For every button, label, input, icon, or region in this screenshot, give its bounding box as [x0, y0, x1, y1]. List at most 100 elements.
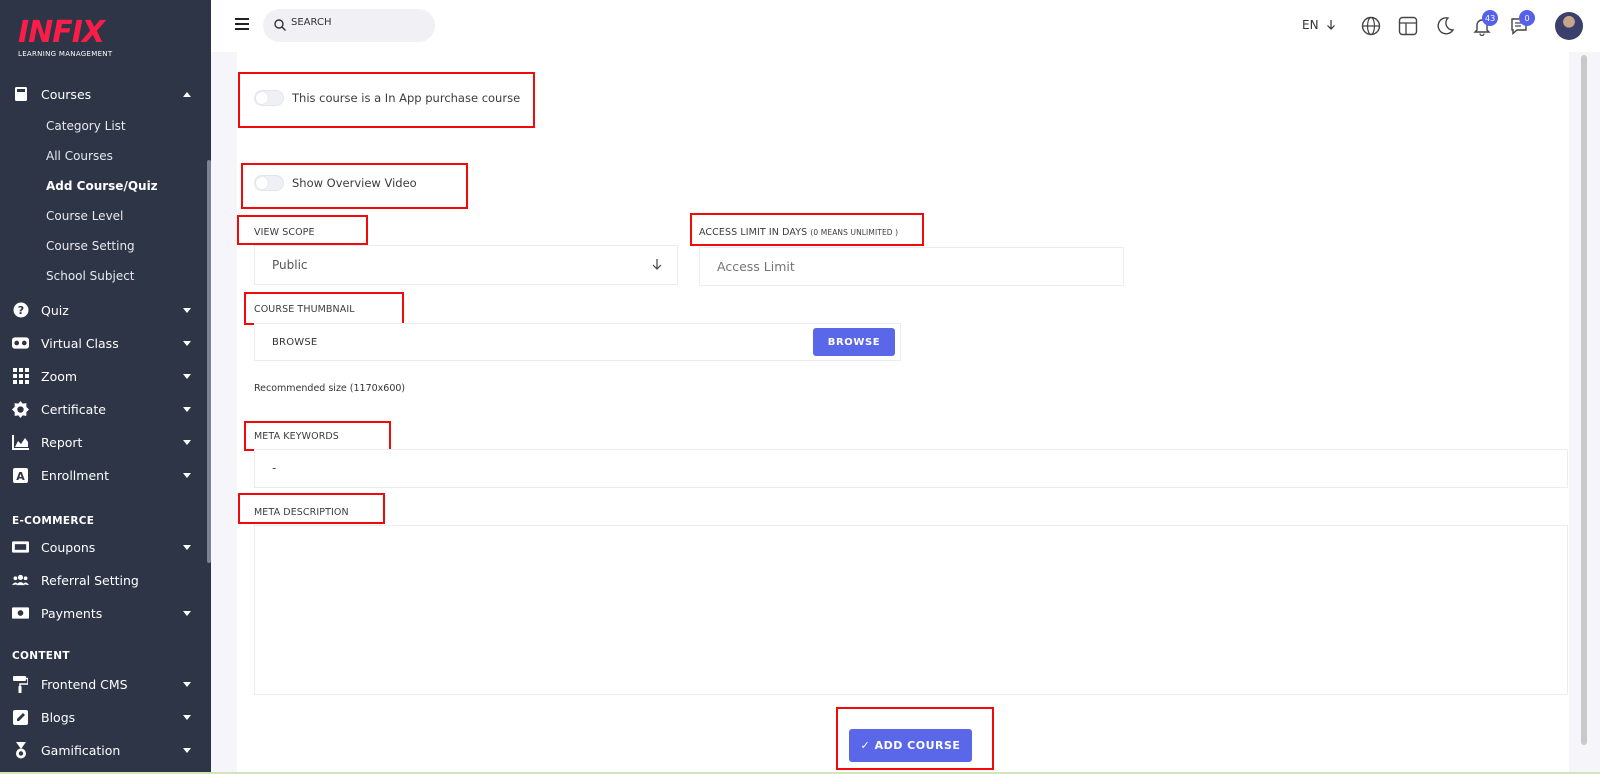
- sidebar-item-blogs[interactable]: Blogs: [0, 703, 205, 731]
- certificate-icon: [12, 400, 29, 418]
- section-content: CONTENT: [12, 650, 70, 662]
- sidebar-item-label: Certificate: [41, 401, 106, 417]
- sidebar-subitem-category-list[interactable]: Category List: [46, 119, 126, 133]
- sidebar-item-label: Gamification: [41, 742, 121, 758]
- globe-icon[interactable]: [1361, 16, 1381, 36]
- chevron-up-icon: [183, 91, 191, 97]
- sidebar-item-gamification[interactable]: Gamification: [0, 736, 205, 764]
- sidebar-item-enrollment[interactable]: A Enrollment: [0, 461, 205, 489]
- edit-icon: [12, 709, 29, 726]
- sidebar-item-certificate[interactable]: Certificate: [0, 395, 205, 423]
- add-course-button[interactable]: ✓ ADD COURSE: [849, 729, 972, 762]
- overview-video-toggle[interactable]: [254, 175, 284, 191]
- language-selector[interactable]: EN: [1302, 18, 1337, 32]
- meta-keywords-label: META KEYWORDS: [254, 431, 339, 442]
- notification-bell-icon[interactable]: 43: [1472, 10, 1499, 37]
- in-app-purchase-toggle[interactable]: [254, 90, 284, 106]
- message-icon[interactable]: 0: [1509, 10, 1535, 36]
- chevron-down-icon: [183, 747, 191, 753]
- book-icon: [12, 86, 29, 103]
- recommended-size-note: Recommended size (1170x600): [254, 383, 406, 394]
- logo-text: INFIX: [18, 15, 105, 50]
- chevron-down-icon: [183, 681, 191, 687]
- sidebar-subitem-course-setting[interactable]: Course Setting: [46, 239, 135, 253]
- coupon-icon: [12, 539, 29, 556]
- sidebar-item-frontend-cms[interactable]: Frontend CMS: [0, 670, 205, 698]
- arrow-down-icon: [652, 259, 662, 270]
- question-icon: ?: [12, 302, 29, 319]
- enrollment-icon: A: [12, 467, 29, 484]
- arrow-down-icon: [1326, 20, 1335, 30]
- sidebar-subitem-all-courses[interactable]: All Courses: [46, 149, 113, 163]
- moon-icon[interactable]: [1435, 16, 1455, 36]
- sidebar-item-courses[interactable]: Courses: [0, 80, 205, 108]
- sidebar-item-label: Blogs: [41, 709, 76, 725]
- sidebar-subitem-school-subject[interactable]: School Subject: [46, 269, 135, 283]
- meta-description-field[interactable]: [254, 525, 1568, 695]
- sidebar-item-label: Courses: [41, 86, 92, 102]
- chevron-down-icon: [183, 544, 191, 550]
- chevron-down-icon: [183, 439, 191, 445]
- sidebar: INFIX LEARNING MANAGEMENT Courses Catego…: [0, 0, 211, 774]
- sidebar-item-quiz[interactable]: ? Quiz: [0, 296, 205, 324]
- course-thumbnail-label: COURSE THUMBNAIL: [254, 304, 355, 315]
- access-limit-hint: (0 MEANS UNLIMITED ): [810, 228, 899, 237]
- language-label: EN: [1302, 18, 1319, 32]
- logo[interactable]: INFIX LEARNING MANAGEMENT: [18, 18, 128, 62]
- sidebar-item-label: Zoom: [41, 368, 78, 384]
- menu-icon[interactable]: [235, 18, 249, 30]
- sidebar-item-payments[interactable]: Payments: [0, 599, 205, 627]
- sidebar-item-label: Enrollment: [41, 467, 109, 483]
- in-app-purchase-label: This course is a In App purchase course: [292, 91, 521, 105]
- users-icon: [12, 572, 29, 589]
- svg-text:A: A: [16, 470, 25, 483]
- medal-icon: [12, 741, 29, 759]
- layout-icon[interactable]: [1398, 16, 1418, 36]
- chevron-down-icon: [183, 406, 191, 412]
- vr-icon: [12, 335, 29, 352]
- chevron-down-icon: [183, 610, 191, 616]
- meta-description-label: META DESCRIPTION: [254, 507, 349, 518]
- access-limit-input[interactable]: [700, 248, 1123, 285]
- view-scope-select[interactable]: Public: [254, 245, 678, 285]
- search-icon: [274, 19, 286, 31]
- logo-subtitle: LEARNING MANAGEMENT: [18, 50, 113, 58]
- sidebar-scrollbar[interactable]: [207, 160, 211, 563]
- meta-keywords-value: -: [272, 461, 277, 475]
- view-scope-value: Public: [272, 258, 308, 272]
- search-input[interactable]: [291, 17, 421, 28]
- sidebar-item-label: Payments: [41, 605, 103, 621]
- sidebar-item-label: Quiz: [41, 302, 69, 318]
- sidebar-item-label: Coupons: [41, 539, 96, 555]
- topbar: EN 43 0: [211, 0, 1600, 52]
- sidebar-item-coupons[interactable]: Coupons: [0, 533, 205, 561]
- sidebar-item-label: Frontend CMS: [41, 676, 128, 692]
- course-thumbnail-field[interactable]: BROWSE: [254, 323, 901, 361]
- view-scope-label: VIEW SCOPE: [254, 227, 315, 238]
- browse-button[interactable]: BROWSE: [813, 328, 895, 356]
- chevron-down-icon: [183, 340, 191, 346]
- access-limit-field[interactable]: [699, 247, 1124, 286]
- sidebar-item-label: Virtual Class: [41, 335, 119, 351]
- paint-roller-icon: [12, 675, 29, 693]
- sidebar-item-zoom[interactable]: Zoom: [0, 362, 205, 390]
- page-scrollbar[interactable]: [1581, 55, 1587, 745]
- sidebar-item-report[interactable]: Report: [0, 428, 205, 456]
- search-box[interactable]: [263, 9, 435, 42]
- chart-icon: [12, 434, 29, 451]
- sidebar-item-referral-setting[interactable]: Referral Setting: [0, 566, 205, 594]
- grid-icon: [12, 368, 29, 385]
- sidebar-subitem-course-level[interactable]: Course Level: [46, 209, 123, 223]
- chevron-down-icon: [183, 472, 191, 478]
- chevron-down-icon: [183, 373, 191, 379]
- access-limit-label: ACCESS LIMIT IN DAYS (0 MEANS UNLIMITED …: [699, 227, 898, 238]
- meta-keywords-field[interactable]: -: [254, 449, 1568, 488]
- sidebar-item-virtual-class[interactable]: Virtual Class: [0, 329, 205, 357]
- avatar[interactable]: [1555, 12, 1583, 40]
- sidebar-subitem-add-course[interactable]: Add Course/Quiz: [46, 179, 158, 193]
- meta-description-textarea[interactable]: [255, 526, 1567, 694]
- sidebar-item-label: Referral Setting: [41, 572, 139, 588]
- message-count-badge: 0: [1519, 10, 1535, 26]
- access-limit-label-text: ACCESS LIMIT IN DAYS: [699, 227, 808, 238]
- svg-text:?: ?: [17, 304, 23, 317]
